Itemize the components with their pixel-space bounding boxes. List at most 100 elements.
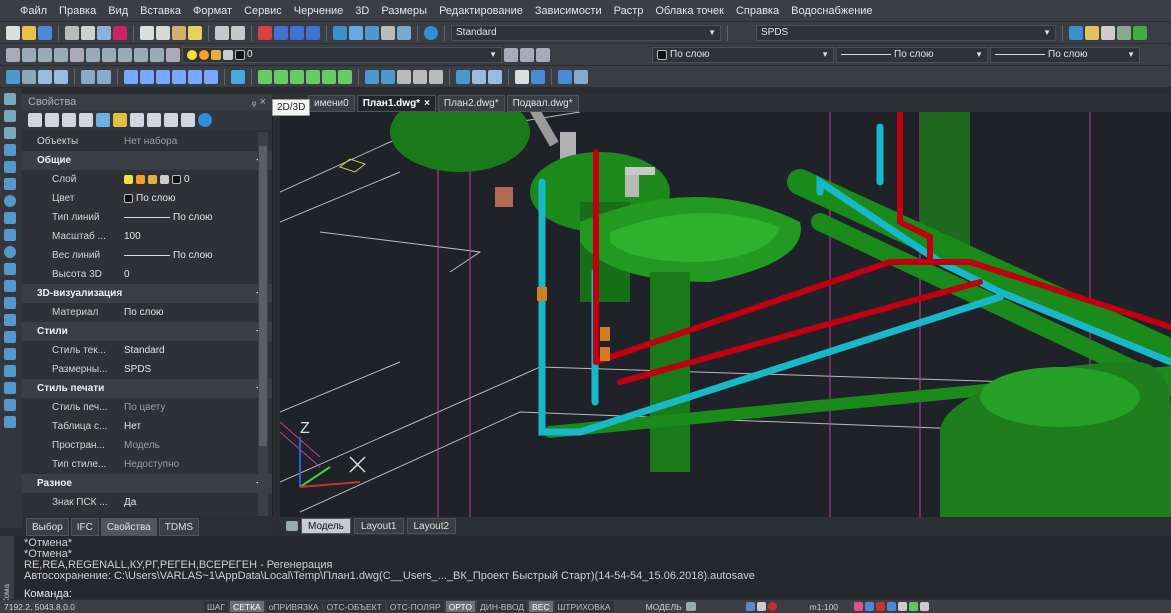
leader-icon[interactable] xyxy=(1133,25,1147,40)
lock-ui-icon[interactable] xyxy=(887,602,897,611)
menu-item[interactable]: Облака точек xyxy=(649,5,730,17)
paste-icon[interactable] xyxy=(172,25,186,40)
ellipse-arc-icon[interactable] xyxy=(4,263,16,275)
drawing-viewport[interactable]: Z xyxy=(280,112,1171,517)
status-toggle[interactable]: ОРТО xyxy=(445,601,475,612)
orbit-icon[interactable] xyxy=(38,69,52,84)
layer-off-icon[interactable] xyxy=(118,47,132,62)
record-icon[interactable] xyxy=(767,602,777,611)
menu-item[interactable]: Зависимости xyxy=(529,5,608,17)
insert-block-icon[interactable] xyxy=(4,280,16,292)
region-icon[interactable] xyxy=(4,365,16,377)
riser-icon[interactable] xyxy=(188,69,202,84)
property-value[interactable]: 0 xyxy=(124,269,130,280)
filter-icon[interactable] xyxy=(79,113,93,127)
markup-icon[interactable] xyxy=(381,25,395,40)
line-tool-icon[interactable] xyxy=(258,69,272,84)
menu-item[interactable]: Вид xyxy=(102,5,134,17)
text-style-select[interactable]: Standard ▼ xyxy=(451,24,721,41)
command-line-handle[interactable]: Кома xyxy=(0,536,14,603)
spec-icon[interactable] xyxy=(231,69,245,84)
match-properties-icon[interactable] xyxy=(188,25,202,40)
palette-tab-3[interactable]: TDMS xyxy=(158,518,200,536)
menu-item[interactable]: Правка xyxy=(53,5,102,17)
mtext-icon[interactable] xyxy=(1101,25,1115,40)
property-category[interactable]: 3D-визуализация− xyxy=(22,284,272,303)
copy-icon[interactable] xyxy=(156,25,170,40)
property-category[interactable]: Разное− xyxy=(22,474,272,493)
calculator-icon[interactable] xyxy=(397,25,411,40)
property-value[interactable]: Standard xyxy=(124,345,165,356)
arc-icon[interactable] xyxy=(4,178,16,190)
catalog-icon[interactable] xyxy=(558,69,572,84)
palette-tab-0[interactable]: Выбор xyxy=(26,518,69,536)
publish-icon[interactable] xyxy=(97,25,111,40)
doc-tab[interactable]: План1.dwg* × xyxy=(356,94,436,112)
line-icon[interactable] xyxy=(4,93,16,105)
sync-icon[interactable] xyxy=(865,602,875,611)
design-center-icon[interactable] xyxy=(333,25,347,40)
layer-properties-icon[interactable] xyxy=(504,47,518,62)
print-icon[interactable] xyxy=(65,25,79,40)
property-value[interactable]: Нет xyxy=(124,421,141,432)
property-value[interactable]: По цвету xyxy=(124,402,165,413)
layer-manager-icon[interactable] xyxy=(166,47,180,62)
property-value[interactable]: 0 xyxy=(124,174,190,185)
doc-tab[interactable]: Подвал.dwg* xyxy=(506,94,579,112)
layer-walk-icon[interactable] xyxy=(70,47,84,62)
circle-icon[interactable] xyxy=(306,69,320,84)
hardware-icon[interactable] xyxy=(898,602,908,611)
settings-icon[interactable] xyxy=(515,69,529,84)
help-icon[interactable] xyxy=(424,25,438,40)
report-icon[interactable] xyxy=(472,69,486,84)
spline-icon[interactable] xyxy=(4,229,16,241)
check-icon[interactable] xyxy=(531,69,545,84)
status-toggle[interactable]: ОТС-ОБЪЕКТ xyxy=(323,601,385,612)
layer-unlock-icon[interactable] xyxy=(150,47,164,62)
property-category[interactable]: Стиль печати− xyxy=(22,379,272,398)
menu-item[interactable]: Редактирование xyxy=(433,5,529,17)
polyline-icon[interactable] xyxy=(4,127,16,139)
quick-select-icon[interactable] xyxy=(62,113,76,127)
layer-previous-icon[interactable] xyxy=(22,47,36,62)
clean-screen-icon[interactable] xyxy=(909,602,919,611)
ellipse-icon[interactable] xyxy=(4,246,16,258)
highlight-icon[interactable] xyxy=(113,113,127,127)
level-icon[interactable] xyxy=(429,69,443,84)
categories-icon[interactable] xyxy=(164,113,178,127)
menu-item[interactable]: 3D xyxy=(349,5,375,17)
save-icon[interactable] xyxy=(38,25,52,40)
block-icon[interactable] xyxy=(365,69,379,84)
palette-pin-close[interactable]: ᵩ × xyxy=(252,96,266,108)
scale-value[interactable]: m1:100 xyxy=(810,602,838,612)
layer-freeze-icon[interactable] xyxy=(102,47,116,62)
menu-item[interactable]: Водоснабжение xyxy=(785,5,878,17)
arc-icon[interactable] xyxy=(290,69,304,84)
property-value[interactable]: По слою xyxy=(124,307,164,318)
dim-style-select[interactable]: SPDS ▼ xyxy=(756,24,1056,41)
polyline-icon[interactable] xyxy=(274,69,288,84)
table-tool-icon[interactable] xyxy=(456,69,470,84)
field-icon[interactable] xyxy=(1085,25,1099,40)
property-value[interactable]: По слою xyxy=(124,193,176,204)
property-value[interactable]: Модель xyxy=(124,440,160,451)
zoom-previous-icon[interactable] xyxy=(306,25,320,40)
workspace-icon[interactable] xyxy=(756,602,766,611)
view-icon[interactable] xyxy=(22,69,36,84)
construction-line-icon[interactable] xyxy=(4,110,16,122)
palette-tab-2[interactable]: Свойства xyxy=(100,518,157,536)
refresh-icon[interactable] xyxy=(96,113,110,127)
menu-item[interactable]: Размеры xyxy=(375,5,433,17)
elevation-icon[interactable] xyxy=(413,69,427,84)
scrollbar-thumb[interactable] xyxy=(259,146,267,446)
dimension-icon[interactable] xyxy=(1117,25,1131,40)
valve-icon[interactable] xyxy=(156,69,170,84)
status-toggle[interactable]: ВЕС xyxy=(529,601,553,612)
menu-item[interactable]: Черчение xyxy=(288,5,350,17)
color-select[interactable]: По слою ▼ xyxy=(652,46,834,63)
status-toggle[interactable]: оПРИВЯЗКА xyxy=(265,601,322,612)
redo-icon[interactable] xyxy=(231,25,245,40)
notifications-icon[interactable] xyxy=(876,602,886,611)
customize-icon[interactable] xyxy=(920,602,930,611)
doc-tab[interactable]: имени0 xyxy=(308,94,355,112)
